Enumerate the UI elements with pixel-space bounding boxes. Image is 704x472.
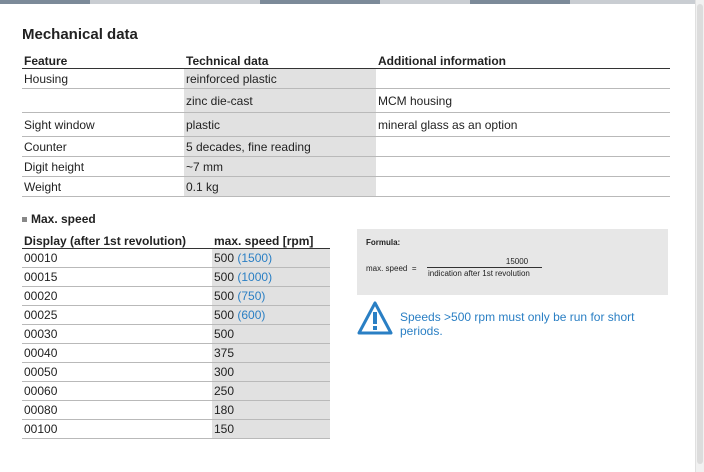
info-cell: [376, 136, 670, 157]
speed-cell: 500 (1000): [212, 267, 330, 287]
warning-triangle-icon: [357, 301, 393, 335]
speed-value: 150: [214, 422, 235, 436]
column-header: Additional information: [376, 50, 670, 69]
tab-indicator: [470, 0, 570, 4]
table-row: 00030 500: [22, 324, 330, 344]
table-row: 00025 500 (600): [22, 305, 330, 325]
info-cell: [376, 68, 670, 89]
speed-cell: 500: [212, 324, 330, 344]
vertical-scrollbar[interactable]: [695, 0, 704, 472]
display-cell: 00020: [22, 286, 212, 306]
tech-cell: plastic: [184, 112, 376, 137]
table-row: Weight 0.1 kg: [22, 176, 670, 197]
fraction-bar: [427, 267, 542, 268]
table-row: 00080 180: [22, 400, 330, 420]
mechanical-data-table: Feature Technical data Additional inform…: [22, 50, 670, 197]
column-header: max. speed [rpm]: [212, 230, 330, 249]
speed-value: 180: [214, 403, 235, 417]
table-header-row: Feature Technical data Additional inform…: [22, 50, 670, 69]
formula-denominator: indication after 1st revolution: [428, 269, 530, 278]
speed-value: 500: [214, 289, 235, 303]
speed-alt-value: (1500): [237, 251, 273, 265]
feature-cell: Weight: [22, 176, 184, 197]
speed-value: 500: [214, 270, 235, 284]
feature-cell: [22, 88, 184, 113]
speed-cell: 375: [212, 343, 330, 363]
table-row: 00040 375: [22, 343, 330, 363]
display-cell: 00010: [22, 248, 212, 268]
feature-cell: Digit height: [22, 156, 184, 177]
table-row: zinc die-cast MCM housing: [22, 88, 670, 113]
max-speed-heading: Max. speed: [22, 212, 96, 226]
bullet-square-icon: [22, 217, 27, 223]
table-row: Counter 5 decades, fine reading: [22, 136, 670, 157]
table-row: 00020 500 (750): [22, 286, 330, 306]
speed-cell: 500 (600): [212, 305, 330, 325]
speed-cell: 250: [212, 381, 330, 401]
speed-value: 500: [214, 251, 235, 265]
speed-cell: 500 (750): [212, 286, 330, 306]
speed-value: 500: [214, 327, 235, 341]
speed-cell: 150: [212, 419, 330, 439]
info-cell: MCM housing: [376, 88, 670, 113]
column-header: Feature: [22, 50, 184, 69]
scrollbar-thumb[interactable]: [697, 4, 703, 464]
table-row: Digit height ~7 mm: [22, 156, 670, 177]
table-header-row: Display (after 1st revolution) max. spee…: [22, 230, 330, 249]
section-title-mechanical: Mechanical data: [22, 26, 138, 43]
tech-cell: ~7 mm: [184, 156, 376, 177]
formula-numerator: 15000: [505, 257, 529, 266]
tech-cell: 0.1 kg: [184, 176, 376, 197]
formula-box: Formula: max. speed = 15000 indication a…: [357, 229, 668, 295]
top-tab-strip: [0, 0, 704, 4]
display-cell: 00040: [22, 343, 212, 363]
formula-equals: =: [411, 264, 417, 273]
display-cell: 00025: [22, 305, 212, 325]
tab-indicator: [260, 0, 380, 4]
max-speed-table: Display (after 1st revolution) max. spee…: [22, 230, 330, 439]
speed-alt-value: (600): [237, 308, 266, 322]
display-cell: 00060: [22, 381, 212, 401]
feature-cell: Sight window: [22, 112, 184, 137]
table-row: Housing reinforced plastic: [22, 68, 670, 89]
speed-value: 375: [214, 346, 235, 360]
table-row: 00015 500 (1000): [22, 267, 330, 287]
table-row: 00100 150: [22, 419, 330, 439]
table-row: 00010 500 (1500): [22, 248, 330, 268]
feature-cell: Housing: [22, 68, 184, 89]
display-cell: 00015: [22, 267, 212, 287]
speed-alt-value: (1000): [237, 270, 273, 284]
speed-cell: 180: [212, 400, 330, 420]
display-cell: 00050: [22, 362, 212, 382]
info-cell: mineral glass as an option: [376, 112, 670, 137]
speed-cell: 300: [212, 362, 330, 382]
speed-value: 250: [214, 384, 235, 398]
tech-cell: reinforced plastic: [184, 68, 376, 89]
tab-indicator: [0, 0, 90, 4]
formula-lhs-text: max. speed: [366, 264, 408, 273]
column-header: Technical data: [184, 50, 376, 69]
feature-cell: Counter: [22, 136, 184, 157]
table-row: Sight window plastic mineral glass as an…: [22, 112, 670, 137]
display-cell: 00030: [22, 324, 212, 344]
formula-lhs: max. speed =: [366, 264, 416, 273]
table-row: 00060 250: [22, 381, 330, 401]
formula-label: Formula:: [366, 238, 401, 247]
max-speed-title: Max. speed: [31, 212, 96, 226]
display-cell: 00100: [22, 419, 212, 439]
speed-cell: 500 (1500): [212, 248, 330, 268]
speed-value: 300: [214, 365, 235, 379]
info-cell: [376, 156, 670, 177]
tech-cell: zinc die-cast: [184, 88, 376, 113]
column-header: Display (after 1st revolution): [22, 230, 212, 249]
info-cell: [376, 176, 670, 197]
display-cell: 00080: [22, 400, 212, 420]
speed-alt-value: (750): [237, 289, 266, 303]
tech-cell: 5 decades, fine reading: [184, 136, 376, 157]
table-row: 00050 300: [22, 362, 330, 382]
speed-value: 500: [214, 308, 235, 322]
warning-text: Speeds >500 rpm must only be run for sho…: [400, 310, 635, 338]
